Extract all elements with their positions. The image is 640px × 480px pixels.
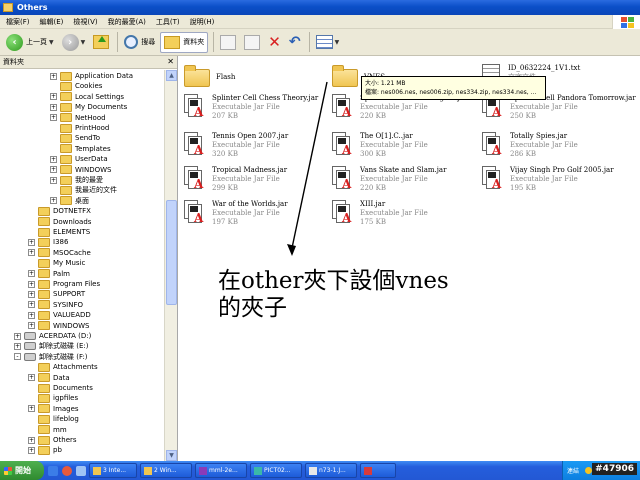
file-icon: [199, 466, 207, 475]
start-label: 開始: [15, 466, 31, 475]
tray-links[interactable]: 連結: [567, 466, 579, 475]
quicklaunch-desktop-icon[interactable]: [76, 465, 86, 476]
folder-icon: [93, 466, 101, 475]
tray-icon[interactable]: [585, 467, 593, 474]
taskbar-item[interactable]: [360, 463, 396, 478]
taskbar: 開始 3 Inte... 2 Win... mml-2e... PICT02..…: [0, 461, 640, 480]
app-icon: [364, 466, 372, 475]
watermark: #47906: [592, 463, 637, 475]
annotation-arrow: [287, 81, 328, 256]
annotation-line-1: 在other夾下設個vnes: [218, 268, 449, 294]
taskbar-item[interactable]: 2 Win...: [140, 463, 192, 478]
image-icon: [309, 466, 317, 475]
taskbar-item[interactable]: PICT02...: [250, 463, 302, 478]
annotation-line-2: 的夾子: [218, 295, 287, 321]
taskbar-item[interactable]: 3 Inte...: [89, 463, 137, 478]
quicklaunch-ie-icon[interactable]: [48, 465, 58, 476]
taskbar-item[interactable]: mml-2e...: [195, 463, 247, 478]
annotation-text: 在other夾下設個vnes 的夾子: [218, 268, 449, 322]
taskbar-item[interactable]: n73-1.J...: [305, 463, 357, 478]
image-icon: [254, 466, 262, 475]
quicklaunch-media-icon[interactable]: [62, 465, 72, 476]
folder-icon: [144, 466, 152, 475]
windows-flag-icon: [4, 466, 12, 475]
start-button[interactable]: 開始: [0, 461, 44, 480]
